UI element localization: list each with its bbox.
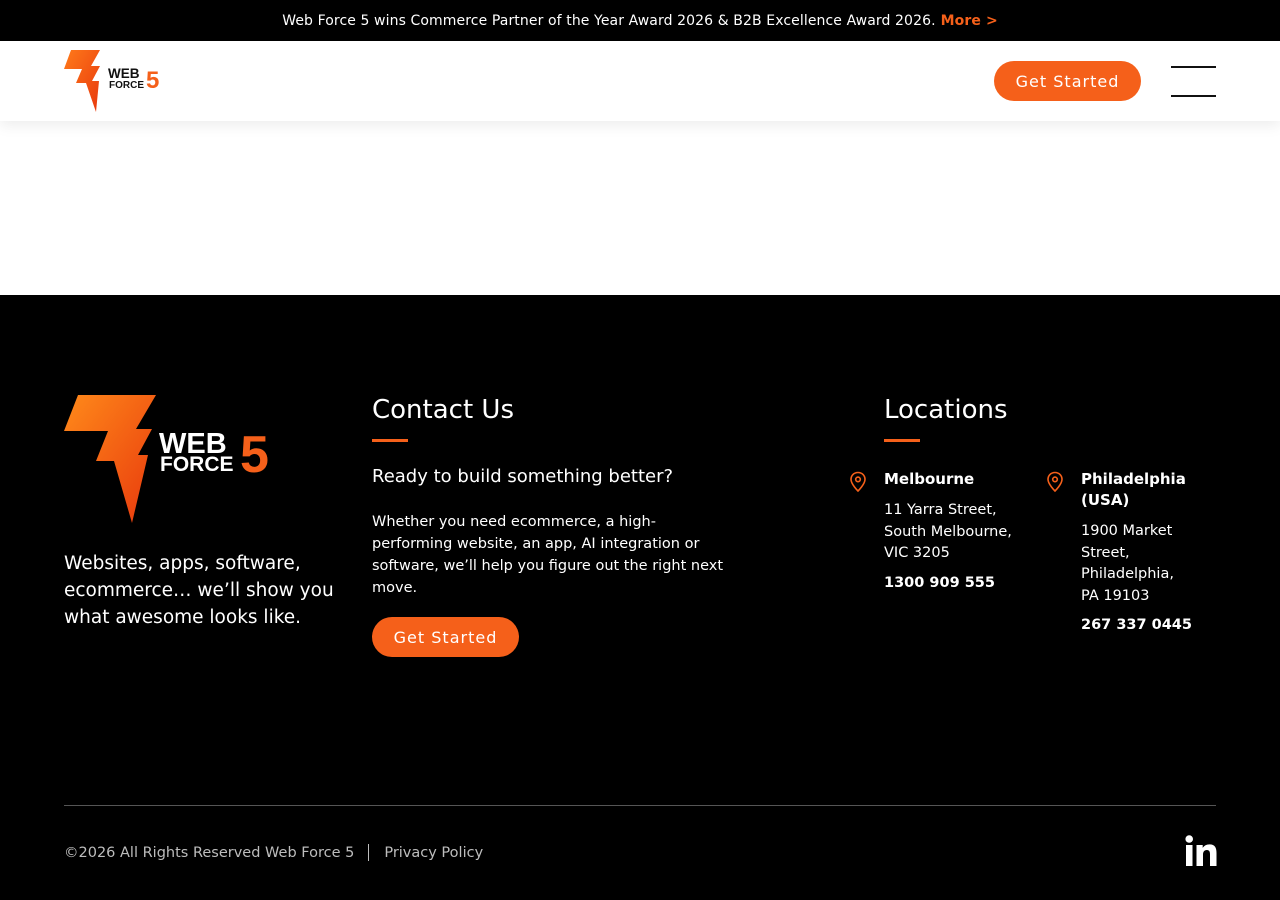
svg-text:WEB: WEB xyxy=(108,66,140,81)
location-melbourne: Melbourne 11 Yarra Street, South Melbour… xyxy=(850,469,1034,591)
footer-tagline: Websites, apps, software, ecommerce… we’… xyxy=(64,553,334,628)
footer-get-started-button[interactable]: Get Started xyxy=(372,617,519,657)
heading-underline xyxy=(884,439,920,442)
contact-section: Contact Us Ready to build something bett… xyxy=(372,395,732,657)
announcement-more-link[interactable]: More > xyxy=(941,13,998,29)
contact-subheading: Ready to build something better? xyxy=(372,466,674,487)
address-line: 11 Yarra Street, xyxy=(884,502,997,518)
footer-bottom-bar: ©2026 All Rights Reserved Web Force 5 Pr… xyxy=(64,844,483,861)
location-city: Philadelphia (USA) xyxy=(1081,470,1186,509)
location-address: 1900 Market Street, Philadelphia, PA 191… xyxy=(1081,521,1221,607)
web-force-5-logo[interactable]: WEB FORCE 5 xyxy=(64,50,170,112)
location-phone-link[interactable]: 267 337 0445 xyxy=(1081,617,1221,633)
announcement-text: Web Force 5 wins Commerce Partner of the… xyxy=(282,12,936,29)
locations-section: Locations xyxy=(884,395,1224,442)
location-city: Melbourne xyxy=(884,470,975,488)
announcement-bar: Web Force 5 wins Commerce Partner of the… xyxy=(0,0,1280,41)
contact-heading: Contact Us xyxy=(372,395,514,425)
map-pin-icon xyxy=(1047,471,1063,493)
linkedin-icon[interactable] xyxy=(1185,835,1217,866)
location-phone-link[interactable]: 1300 909 555 xyxy=(884,575,1034,591)
site-footer: WEB FORCE 5 Websites, apps, software, ec… xyxy=(0,295,1280,900)
svg-text:5: 5 xyxy=(240,426,269,484)
map-pin-icon xyxy=(850,471,866,493)
address-line: VIC 3205 xyxy=(884,545,950,561)
hamburger-line xyxy=(1171,66,1216,68)
hamburger-menu-icon[interactable] xyxy=(1171,65,1216,97)
locations-heading: Locations xyxy=(884,395,1008,425)
svg-text:FORCE: FORCE xyxy=(109,80,144,91)
address-line: PA 19103 xyxy=(1081,587,1150,604)
footer-divider xyxy=(64,805,1216,806)
contact-description: Whether you need ecommerce, a high-perfo… xyxy=(372,514,724,596)
copyright-text: ©2026 All Rights Reserved Web Force 5 xyxy=(64,844,355,861)
site-header: WEB FORCE 5 Get Started xyxy=(0,41,1280,121)
heading-underline xyxy=(372,439,408,442)
address-line: South Melbourne, xyxy=(884,523,1012,540)
web-force-5-footer-logo[interactable]: WEB FORCE 5 xyxy=(64,395,286,523)
header-get-started-button[interactable]: Get Started xyxy=(994,61,1141,101)
svg-text:FORCE: FORCE xyxy=(160,453,234,476)
location-philadelphia: Philadelphia (USA) 1900 Market Street, P… xyxy=(1047,469,1221,633)
address-line: Philadelphia, xyxy=(1081,566,1174,582)
location-address: 11 Yarra Street, South Melbourne, VIC 32… xyxy=(884,500,1034,565)
svg-text:5: 5 xyxy=(146,67,159,94)
hamburger-line xyxy=(1171,95,1216,97)
privacy-policy-link[interactable]: Privacy Policy xyxy=(384,845,483,861)
separator xyxy=(368,844,370,861)
address-line: 1900 Market Street, xyxy=(1081,523,1173,561)
